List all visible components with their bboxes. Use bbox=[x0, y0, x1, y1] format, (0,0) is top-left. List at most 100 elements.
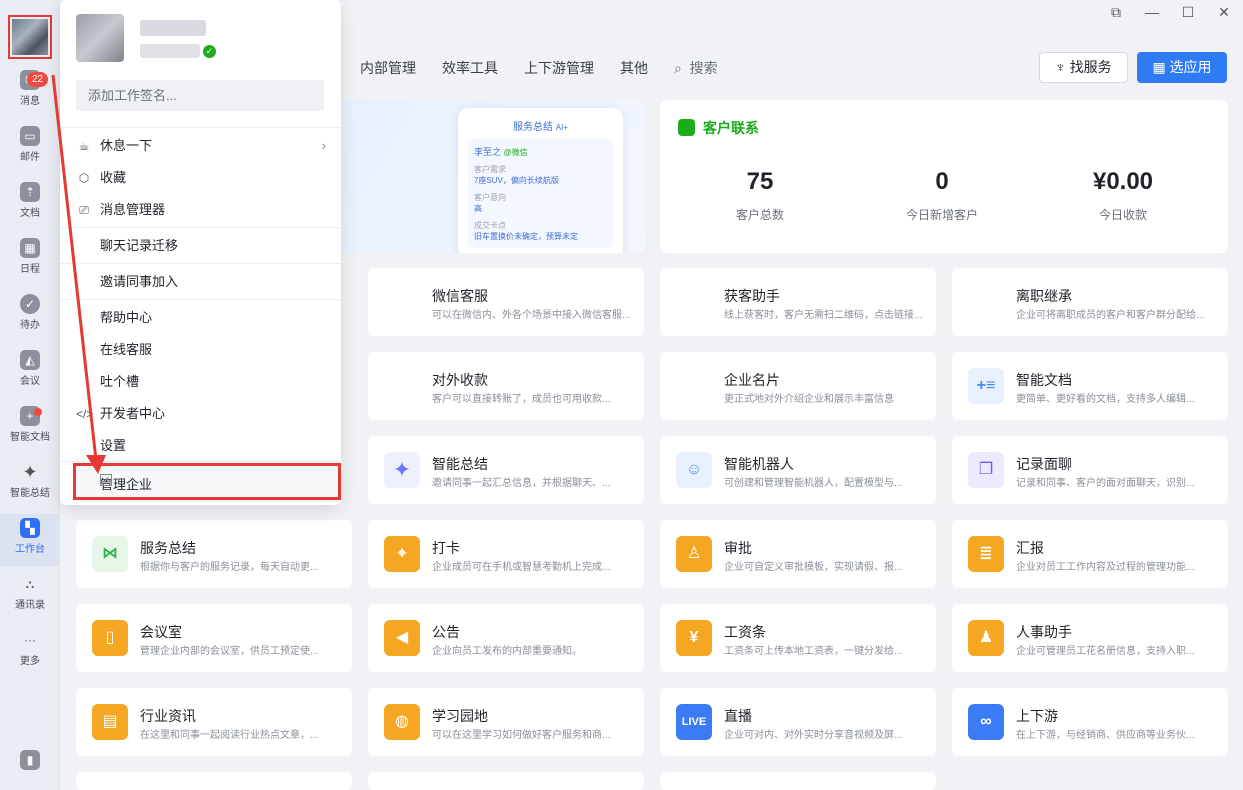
profile-avatar[interactable] bbox=[76, 14, 124, 62]
tab-efficiency-tools[interactable]: 效率工具 bbox=[442, 58, 498, 78]
stat-total-customers[interactable]: 75 客户总数 bbox=[685, 168, 835, 223]
menu-item-chat-migration[interactable]: 聊天记录迁移 bbox=[76, 233, 326, 259]
tab-supply-chain[interactable]: 上下游管理 bbox=[524, 58, 594, 78]
pin-window-icon[interactable]: ⧉ bbox=[1107, 4, 1125, 21]
menu-item-message-manager[interactable]: ⎚ 消息管理器 bbox=[76, 197, 326, 223]
report-icon: ≣ bbox=[968, 536, 1004, 572]
minimize-icon[interactable]: — bbox=[1143, 4, 1161, 21]
lightning-icon: ϟ bbox=[689, 293, 699, 310]
calendar-icon: ▦ bbox=[20, 238, 40, 258]
rail-item-workbench[interactable]: ▚ 工作台 bbox=[0, 514, 60, 566]
rail-item-mail[interactable]: ▭ 邮件 bbox=[0, 122, 60, 174]
tie-icon: ♆ bbox=[1055, 59, 1066, 75]
contacts-icon: ⛬ bbox=[25, 577, 35, 591]
rail-item-bottom[interactable]: ▮ bbox=[0, 746, 60, 790]
window-controls: ⧉ — ☐ ✕ bbox=[1107, 4, 1233, 21]
app-card[interactable]: ◀ 公告 企业向员工发布的内部重要通知。 bbox=[368, 604, 644, 672]
sparkle-icon: ✦ bbox=[384, 452, 420, 488]
find-service-button[interactable]: ♆ 找服务 bbox=[1039, 52, 1128, 83]
service-summary-banner[interactable]: 服务总结 AI+ 李至之 @微信 客户需求 7座SUV，偏向长续航版 客户意向 … bbox=[340, 100, 645, 253]
app-card[interactable]: ❐ 记录面聊 记录和同事、客户的面对面聊天，识别... bbox=[952, 436, 1228, 504]
mail-icon: ▭ bbox=[20, 126, 40, 146]
stat-today-revenue[interactable]: ¥0.00 今日收款 bbox=[1048, 168, 1198, 223]
rail-item-todo[interactable]: ✓ 待办 bbox=[0, 290, 60, 342]
app-card[interactable]: LIVE 直播 企业可对内、对外实时分享音视频及屏... bbox=[660, 688, 936, 756]
app-card[interactable]: ♟ 人事助手 企业可管理员工花名册信息，支持入职... bbox=[952, 604, 1228, 672]
divider bbox=[60, 127, 341, 128]
app-card[interactable]: ¥ 对外收款 客户可以直接转账了，成员也可用收款... bbox=[368, 352, 644, 420]
app-card[interactable]: ☺ 智能机器人 可创建和管理智能机器人，配置模型与... bbox=[660, 436, 936, 504]
app-card[interactable]: ▤ 行业资讯 在这里和同事一起阅读行业热点文章，... bbox=[76, 688, 352, 756]
megaphone-icon: ◀ bbox=[384, 620, 420, 656]
app-card[interactable]: ϟ 获客助手 线上获客时，客户无需扫二维码，点击链接... bbox=[660, 268, 936, 336]
tab-internal-management[interactable]: 内部管理 bbox=[360, 58, 416, 78]
banner-mockup: 服务总结 AI+ 李至之 @微信 客户需求 7座SUV，偏向长续航版 客户意向 … bbox=[458, 108, 623, 253]
planet-icon: ◍ bbox=[384, 704, 420, 740]
menu-item-online-support[interactable]: 在线客服 bbox=[76, 337, 326, 363]
close-icon[interactable]: ✕ bbox=[1215, 4, 1233, 21]
stat-new-customers[interactable]: 0 今日新增客户 bbox=[867, 168, 1017, 223]
customer-contact-card[interactable]: 客户联系 75 客户总数 0 今日新增客户 ¥0.00 今日收款 bbox=[660, 100, 1228, 253]
app-card[interactable]: ● 微信客服 可以在微信内、外各个场景中接入微信客服... bbox=[368, 268, 644, 336]
app-card[interactable]: ⌖ 打卡 企业成员可在手机或智慧考勤机上完成... bbox=[368, 520, 644, 588]
app-card[interactable]: +≡ 智能文档 更简单、更好看的文档，支持多人编辑... bbox=[952, 352, 1228, 420]
menu-item-favorites[interactable]: ⬡ 收藏 bbox=[76, 165, 326, 191]
menu-item-help-center[interactable]: 帮助中心 bbox=[76, 305, 326, 331]
menu-item-invite[interactable]: 邀请同事加入 bbox=[76, 269, 326, 295]
app-card[interactable]: ♙ 审批 企业可自定义审批模板，实现请假、报... bbox=[660, 520, 936, 588]
location-pin-icon: ⌖ bbox=[384, 536, 420, 572]
menu-item-manage-enterprise[interactable]: 管理企业 ↗ bbox=[73, 463, 341, 500]
rail-item-messages[interactable]: ✉ 22 消息 bbox=[0, 66, 60, 118]
robot-icon: ☺ bbox=[676, 452, 712, 488]
app-card[interactable]: ≣ 汇报 企业对员工工作内容及过程的管理功能... bbox=[952, 520, 1228, 588]
divider bbox=[60, 461, 341, 462]
rail-item-docs[interactable]: ⇡ 文档 bbox=[0, 178, 60, 230]
app-card[interactable]: ∞ 上下游 在上下游，与经销商、供应商等业务伙... bbox=[952, 688, 1228, 756]
app-card-partial[interactable] bbox=[660, 772, 936, 790]
app-card[interactable]: ⋈ 服务总结 根据你与客户的服务记录，每天自动更... bbox=[76, 520, 352, 588]
rail-item-contacts[interactable]: ⛬ 通讯录 bbox=[0, 570, 60, 622]
live-icon: LIVE bbox=[676, 704, 712, 740]
rail-item-smart-summary[interactable]: ✦ 智能总结 bbox=[0, 458, 60, 510]
meeting-icon: ◭ bbox=[20, 350, 40, 370]
card-icon: ▤ bbox=[686, 377, 702, 394]
search-icon: ⌕ bbox=[674, 60, 682, 76]
menu-item-developer-center[interactable]: </> 开发者中心 bbox=[76, 401, 326, 427]
app-card[interactable]: ¥ 工资条 工资条可上传本地工资表，一键分发给... bbox=[660, 604, 936, 672]
rail-item-smart-doc[interactable]: + 智能文档 bbox=[0, 402, 60, 454]
app-card[interactable]: ▤ 企业名片 更正式地对外介绍企业和展示丰富信息 bbox=[660, 352, 936, 420]
choose-app-button[interactable]: ▦ 选应用 bbox=[1137, 52, 1227, 83]
transfer-icon: ⇆ bbox=[979, 293, 993, 310]
customer-contact-title: 客户联系 bbox=[678, 118, 759, 138]
app-card-partial[interactable] bbox=[368, 772, 644, 790]
payslip-icon: ¥ bbox=[676, 620, 712, 656]
menu-item-take-a-break[interactable]: ☕ 休息一下 › bbox=[76, 133, 326, 159]
rail-item-more[interactable]: ··· 更多 bbox=[0, 626, 60, 678]
app-card[interactable]: ▯ 会议室 管理企业内部的会议室，供员工预定使... bbox=[76, 604, 352, 672]
search-button[interactable]: ⌕ 搜索 bbox=[674, 58, 718, 78]
menu-item-settings[interactable]: 设置 bbox=[76, 433, 326, 459]
app-card-partial[interactable] bbox=[76, 772, 352, 790]
blurred-name bbox=[140, 20, 206, 36]
rail-item-meeting[interactable]: ◭ 会议 bbox=[0, 346, 60, 398]
app-card[interactable]: ⇆ 离职继承 企业可将离职成员的客户和客户群分配给... bbox=[952, 268, 1228, 336]
tab-other[interactable]: 其他 bbox=[620, 58, 648, 78]
external-link-icon: ↗ bbox=[100, 474, 112, 486]
sparkle-icon: ✦ bbox=[22, 462, 38, 482]
work-signature-input[interactable]: 添加工作签名... bbox=[76, 80, 324, 111]
divider bbox=[60, 263, 341, 264]
unread-badge: 22 bbox=[27, 72, 49, 87]
yen-shield-icon: ¥ bbox=[397, 377, 407, 394]
app-card[interactable]: ◍ 学习园地 可以在这里学习如何做好客户服务和商... bbox=[368, 688, 644, 756]
person-icon: ♟ bbox=[968, 620, 1004, 656]
bowtie-icon: ⋈ bbox=[92, 536, 128, 572]
chat-bubble-icon: ● bbox=[397, 293, 407, 310]
maximize-icon[interactable]: ☐ bbox=[1179, 4, 1197, 21]
todo-icon: ✓ bbox=[20, 294, 40, 314]
user-avatar[interactable] bbox=[8, 15, 52, 59]
app-card[interactable]: ✦ 智能总结 邀请同事一起汇总信息，并根据聊天、... bbox=[368, 436, 644, 504]
menu-item-feedback[interactable]: 吐个槽 bbox=[76, 369, 326, 395]
door-icon: ▯ bbox=[92, 620, 128, 656]
rail-item-calendar[interactable]: ▦ 日程 bbox=[0, 234, 60, 286]
apps-grid-icon: ▦ bbox=[1152, 59, 1166, 75]
